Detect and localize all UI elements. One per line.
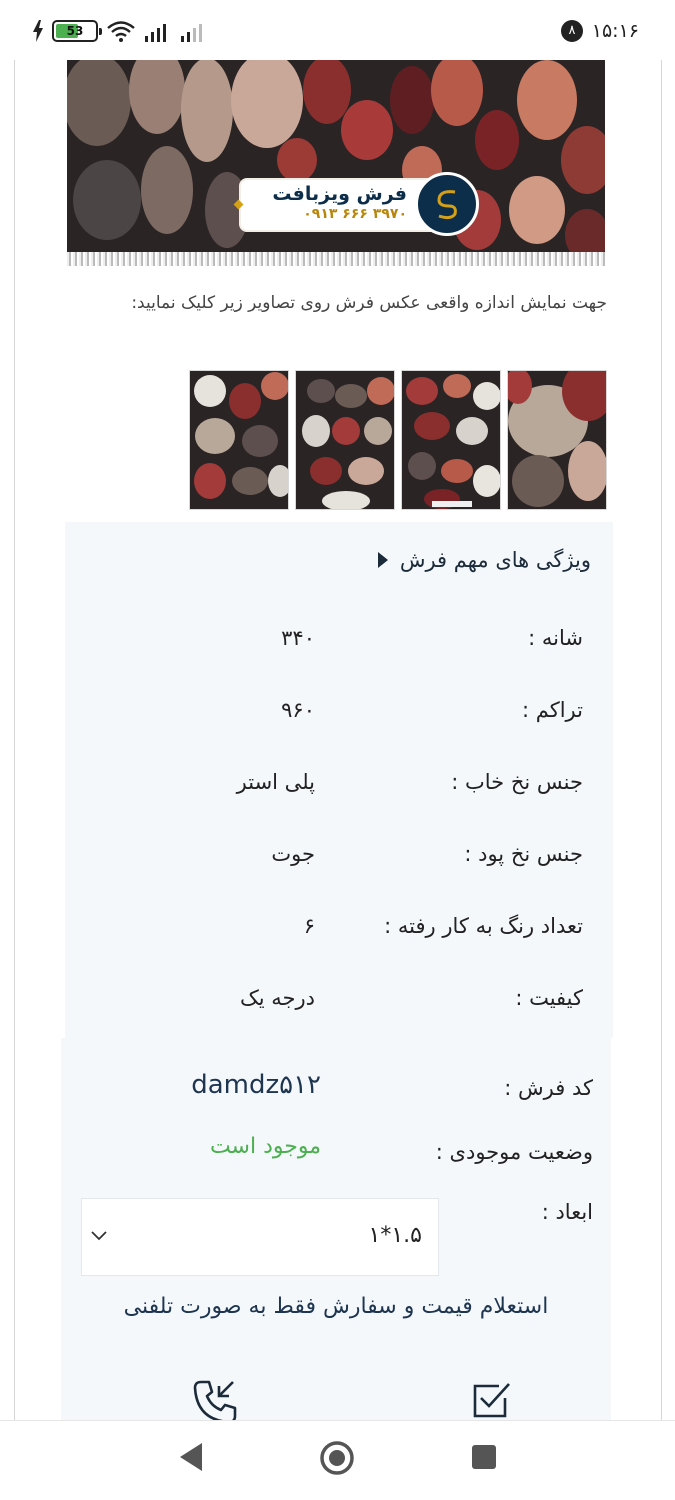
feature-value: جوت — [271, 842, 315, 866]
battery-icon: 53 — [52, 20, 102, 42]
stock-status: موجود است — [209, 1134, 321, 1159]
feature-value: درجه یک — [239, 986, 315, 1010]
feature-row: جنس نخ پود : جوت — [65, 842, 613, 882]
logo-emblem-icon — [415, 172, 479, 236]
feature-row: تعداد رنگ به کار رفته : ۶ — [65, 914, 613, 954]
stock-status-label: وضعیت موجودی : — [435, 1140, 593, 1164]
carpet-pebble-pattern — [67, 60, 605, 266]
charging-icon — [33, 20, 43, 42]
back-icon[interactable] — [176, 1439, 206, 1475]
phone-call-icon[interactable] — [191, 1378, 239, 1420]
features-toggle[interactable]: ویژگی های مهم فرش — [377, 548, 591, 572]
wifi-icon — [107, 21, 135, 42]
logo-phone: ۰۹۱۳ ۶۶۶ ۳۹۷۰ — [303, 206, 407, 222]
feature-label: کیفیت : — [515, 986, 583, 1010]
product-code: damdz۵۱۲ — [191, 1070, 321, 1100]
dimensions-select[interactable]: ۱*۱.۵ — [81, 1198, 439, 1276]
feature-label: جنس نخ خاب : — [451, 770, 583, 794]
status-icons-left: 53 — [32, 18, 208, 44]
dimensions-value: ۱*۱.۵ — [368, 1223, 422, 1248]
clock: ۱۵:۱۶ — [591, 20, 639, 42]
feature-row: تراکم : ۹۶۰ — [65, 698, 613, 738]
signal-icon — [145, 24, 166, 42]
dimensions-label: ابعاد : — [541, 1200, 593, 1224]
thumbnail-3[interactable] — [295, 370, 395, 510]
notification-badge: ۸ — [561, 20, 583, 42]
feature-label: شانه : — [528, 626, 583, 650]
signal-icon — [181, 24, 202, 42]
feature-value: پلی استر — [236, 770, 315, 794]
features-title: ویژگی های مهم فرش — [399, 548, 591, 572]
recents-icon[interactable] — [470, 1443, 498, 1471]
feature-row: شانه : ۳۴۰ — [65, 626, 613, 666]
brand-logo: فرش ویزبافت ۰۹۱۳ ۶۶۶ ۳۹۷۰ — [233, 172, 479, 236]
feature-value: ۶ — [303, 914, 315, 938]
feature-value: ۹۶۰ — [281, 698, 315, 722]
product-page: فرش ویزبافت ۰۹۱۳ ۶۶۶ ۳۹۷۰ جهت نمایش اندا… — [14, 60, 662, 1420]
feature-label: جنس نخ پود : — [464, 842, 583, 866]
order-panel: کد فرش : damdz۵۱۲ وضعیت موجودی : موجود ا… — [61, 1038, 611, 1420]
feature-value: ۳۴۰ — [281, 626, 315, 650]
feature-label: تراکم : — [522, 698, 583, 722]
feature-row: کیفیت : درجه یک — [65, 986, 613, 1026]
thumbnail-4[interactable] — [189, 370, 289, 510]
features-panel: ویژگی های مهم فرش شانه : ۳۴۰ تراکم : ۹۶۰… — [65, 522, 613, 1038]
thumbnail-gallery — [187, 370, 607, 512]
carpet-main-image[interactable]: فرش ویزبافت ۰۹۱۳ ۶۶۶ ۳۹۷۰ — [67, 60, 605, 266]
thumbnail-1[interactable] — [507, 370, 607, 510]
logo-name: فرش ویزبافت — [272, 183, 407, 205]
feature-label: تعداد رنگ به کار رفته : — [384, 914, 583, 938]
product-code-label: کد فرش : — [504, 1076, 593, 1100]
checkbox-icon[interactable] — [469, 1378, 513, 1420]
caret-left-icon — [377, 552, 388, 568]
status-bar: 53 ۸ ۱۵:۱۶ — [0, 0, 675, 60]
chevron-down-icon — [91, 1231, 107, 1241]
thumbnail-2[interactable] — [401, 370, 501, 510]
image-hint-text: جهت نمایش اندازه واقعی عکس فرش روی تصاوی… — [131, 293, 607, 313]
system-nav-bar — [0, 1420, 675, 1500]
order-note: استعلام قیمت و سفارش فقط به صورت تلفنی — [123, 1294, 549, 1319]
carpet-fringe — [67, 252, 605, 266]
battery-level: 53 — [66, 24, 84, 38]
home-icon[interactable] — [318, 1439, 356, 1477]
feature-row: جنس نخ خاب : پلی استر — [65, 770, 613, 810]
